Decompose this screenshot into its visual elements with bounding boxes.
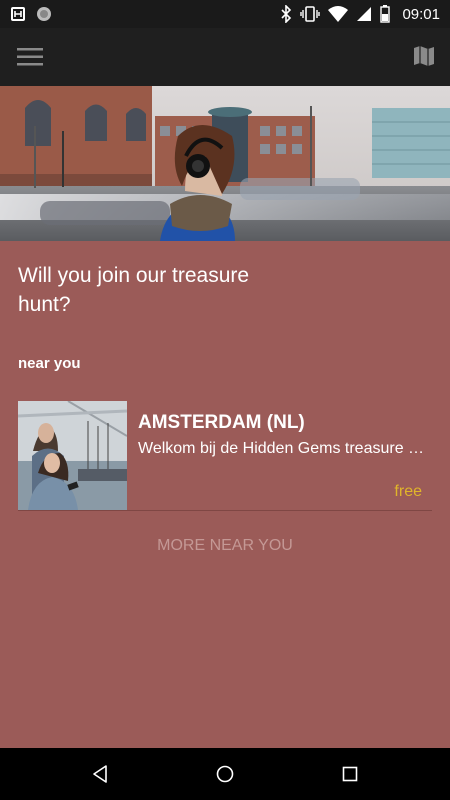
recents-icon[interactable] xyxy=(340,764,360,784)
section-label-near-you: near you xyxy=(18,355,81,372)
more-near-you-button[interactable]: MORE NEAR YOU xyxy=(0,537,450,555)
navigation-bar xyxy=(0,748,450,800)
tour-card-amsterdam[interactable]: AMSTERDAM (NL) Welkom bij de Hidden Gems… xyxy=(18,401,432,512)
bluetooth-icon xyxy=(280,5,292,23)
main-content: Will you join our treasure hunt? near yo… xyxy=(0,241,450,748)
hamburger-menu-icon[interactable] xyxy=(16,46,46,68)
page-headline: Will you join our treasure hunt? xyxy=(18,264,250,316)
back-icon[interactable] xyxy=(90,764,110,784)
tour-thumbnail xyxy=(18,401,127,510)
home-icon[interactable] xyxy=(215,764,235,784)
photo-notification-icon xyxy=(10,6,26,22)
card-divider xyxy=(18,510,432,511)
hero-image xyxy=(0,86,450,241)
status-bar: 09:01 xyxy=(0,0,450,28)
app-bar xyxy=(0,28,450,86)
status-time: 09:01 xyxy=(402,5,440,23)
tour-price: free xyxy=(394,483,422,500)
battery-icon xyxy=(380,5,391,23)
tour-title: AMSTERDAM (NL) xyxy=(138,412,305,433)
wifi-icon xyxy=(328,6,349,22)
tour-description: Welkom bij de Hidden Gems treasure hunt xyxy=(138,440,428,457)
signal-icon xyxy=(356,6,372,22)
circle-notification-icon xyxy=(36,6,52,22)
map-icon[interactable] xyxy=(412,44,436,68)
vibrate-icon xyxy=(300,6,321,22)
